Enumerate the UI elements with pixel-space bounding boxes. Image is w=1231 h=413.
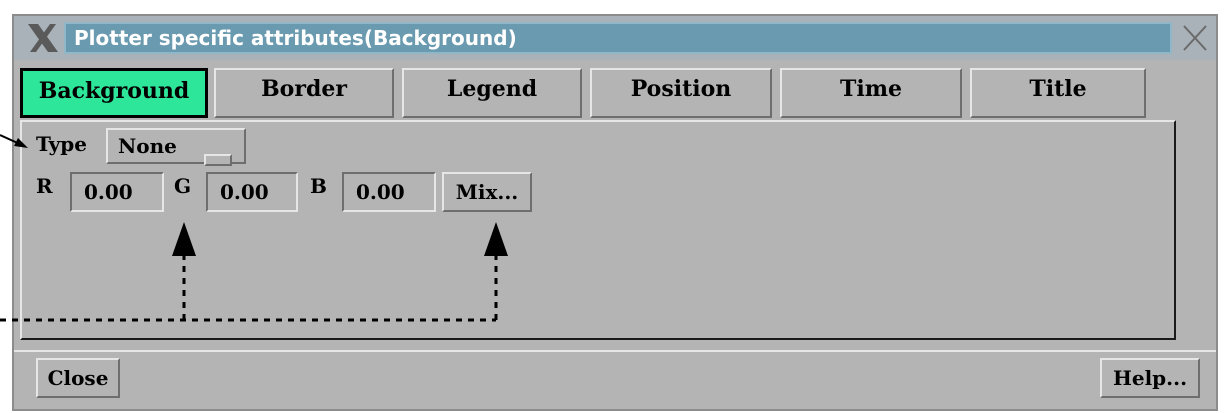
type-pointer-arrowhead	[14, 138, 28, 148]
annotation-overlay	[0, 134, 508, 322]
mix-arrowhead	[484, 222, 508, 256]
g-arrowhead	[172, 222, 196, 256]
